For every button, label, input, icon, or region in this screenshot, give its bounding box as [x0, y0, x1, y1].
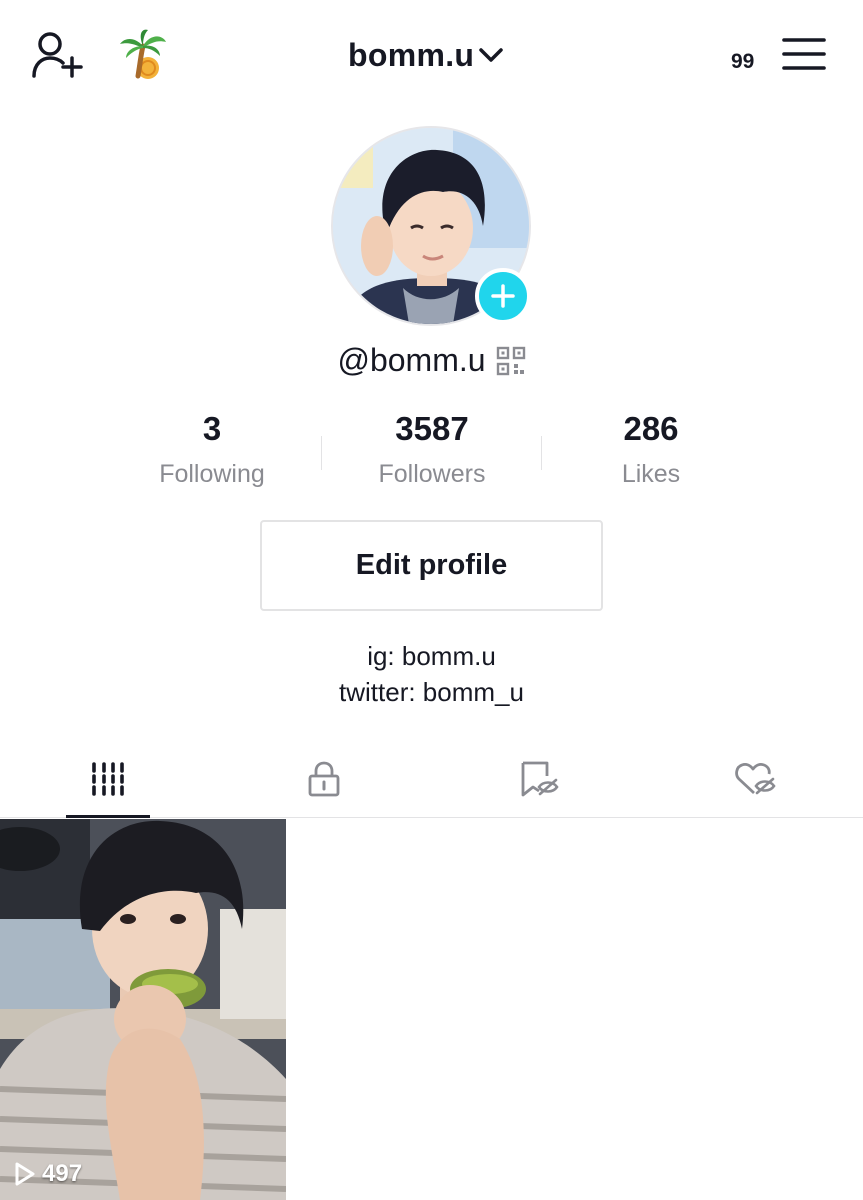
active-tab-indicator: [66, 815, 150, 818]
add-avatar-button[interactable]: [475, 268, 531, 324]
edit-profile-button[interactable]: Edit profile: [260, 520, 603, 611]
bio-line: twitter: bomm_u: [339, 677, 524, 707]
view-count-value: 497: [42, 1160, 83, 1187]
bio-line: ig: bomm.u: [367, 641, 496, 671]
qr-code-icon: [496, 346, 525, 375]
tab-private[interactable]: [216, 740, 431, 818]
followers-label: Followers: [378, 460, 486, 488]
add-user-button[interactable]: [30, 30, 86, 80]
following-count: 3: [202, 410, 222, 447]
bookmark-hidden-icon: [521, 761, 559, 797]
tab-bookmarked[interactable]: [432, 740, 647, 818]
video-thumbnail[interactable]: 497: [0, 819, 286, 1200]
grid-icon: [91, 762, 124, 796]
top-bar: bomm.u 99: [0, 0, 863, 110]
hamburger-menu-icon: [782, 38, 826, 70]
view-count: 497: [14, 1160, 82, 1188]
add-user-icon: [32, 32, 83, 78]
likes-label: Likes: [621, 460, 681, 488]
likes-count: 286: [623, 410, 679, 447]
following-label: Following: [159, 460, 265, 488]
notification-count[interactable]: 99: [731, 50, 754, 74]
tab-liked[interactable]: [648, 740, 863, 818]
qr-code-button[interactable]: [496, 346, 526, 376]
username-title: bomm.u: [348, 36, 475, 73]
handle-row: @bomm.u: [0, 342, 863, 379]
lock-icon: [308, 761, 339, 797]
profile-handle: @bomm.u: [337, 342, 486, 378]
account-switcher[interactable]: bomm.u: [348, 33, 504, 77]
tab-videos[interactable]: [0, 740, 215, 818]
bio: ig: bomm.u twitter: bomm_u: [0, 638, 863, 710]
video-thumbnail-image: [0, 819, 286, 1200]
stat-likes[interactable]: 286 Likes: [541, 410, 761, 489]
menu-button[interactable]: [782, 36, 826, 72]
heart-hidden-icon: [734, 763, 776, 795]
palm-tree-coin-icon: [120, 29, 166, 79]
avatar-container: [331, 126, 533, 328]
stat-followers[interactable]: 3587 Followers: [322, 410, 542, 489]
plus-icon: [491, 284, 515, 308]
profile-tabs: [0, 740, 863, 818]
profile-page: bomm.u 99 @bomm.u 3 Following 3587 Follo…: [0, 0, 863, 1200]
play-icon: [15, 1162, 35, 1186]
stat-following[interactable]: 3 Following: [102, 410, 322, 489]
followers-count: 3587: [395, 410, 469, 447]
chevron-down-icon: [479, 48, 503, 62]
palm-tree-coin-button[interactable]: [116, 28, 170, 82]
